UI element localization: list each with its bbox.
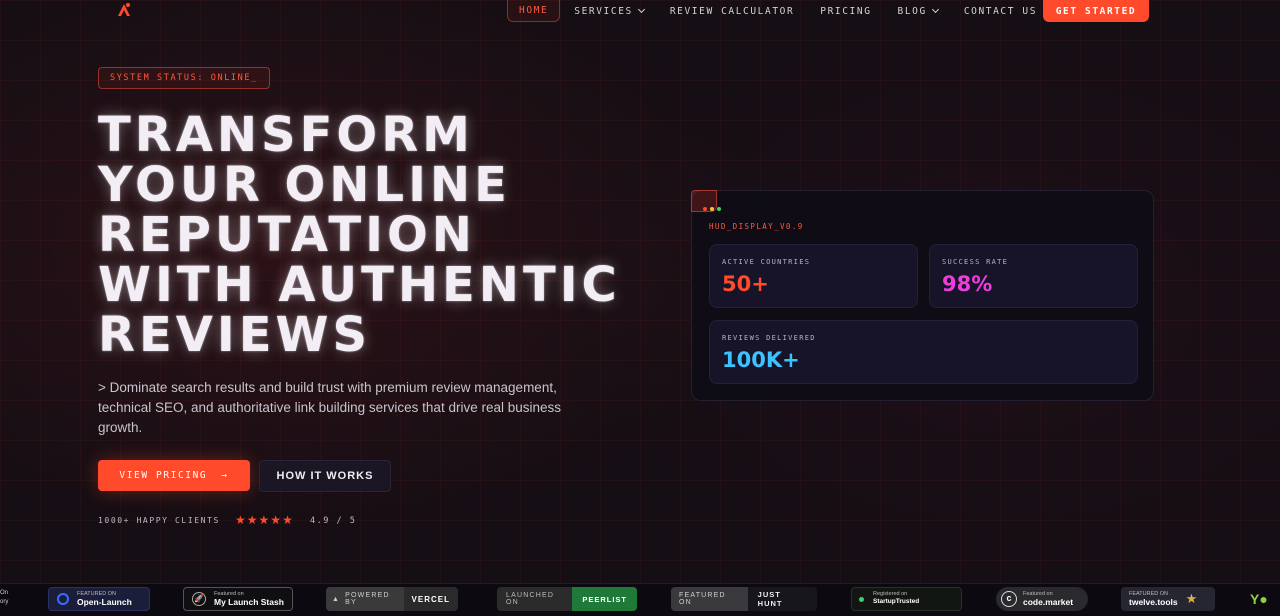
stat-label: REVIEWS DELIVERED xyxy=(722,334,816,342)
just-hunt-badge[interactable]: FEATURED ON JUST HUNT xyxy=(671,587,817,611)
rating-stars: ★ ★ ★ ★ ★ xyxy=(235,514,293,526)
chevron-down-icon xyxy=(931,5,939,14)
open-launch-icon xyxy=(57,593,69,605)
twelve-tools-badge[interactable]: FEATURED ON twelve.tools ★ xyxy=(1121,587,1215,611)
code-market-badge[interactable]: c Featured on code.market xyxy=(996,587,1088,611)
nav-blog[interactable]: BLOG xyxy=(898,0,939,22)
partial-badge[interactable]: On ory xyxy=(0,589,8,607)
stat-label: SUCCESS RATE xyxy=(942,258,1009,266)
get-started-button[interactable]: GET STARTED xyxy=(1043,0,1149,22)
hud-label: HUD_DISPLAY_V0.9 xyxy=(709,222,804,231)
headline-line: REPUTATION xyxy=(98,207,476,263)
chevron-down-icon xyxy=(637,5,645,14)
nav-home[interactable]: HOME xyxy=(507,0,561,22)
happy-clients-text: 1000+ HAPPY CLIENTS xyxy=(98,516,220,525)
view-pricing-button[interactable]: VIEW PRICING → xyxy=(98,460,250,491)
arrow-right-icon: → xyxy=(221,470,229,481)
stat-reviews-delivered: REVIEWS DELIVERED 100K+ xyxy=(709,320,1138,384)
headline-line: YOUR ONLINE xyxy=(98,157,511,213)
stat-value: 98% xyxy=(942,272,993,296)
headline-line: WITH AUTHENTIC xyxy=(98,257,621,313)
hero-headline: TRANSFORM YOUR ONLINE REPUTATION WITH AU… xyxy=(98,110,678,360)
window-dots xyxy=(703,207,721,211)
star-icon: ★ xyxy=(282,513,293,527)
medal-icon: ★ xyxy=(1185,591,1198,606)
view-pricing-label: VIEW PRICING xyxy=(119,470,208,481)
my-launch-stash-badge[interactable]: 🚀 Featured on My Launch Stash xyxy=(183,587,293,611)
dot-green-icon xyxy=(717,207,721,211)
startup-trusted-badge[interactable]: Registered on StartupTrusted xyxy=(851,587,962,611)
brand-logo-icon[interactable] xyxy=(114,0,134,18)
peerlist-badge[interactable]: LAUNCHED ON PEERLIST xyxy=(497,587,637,611)
star-icon: ★ xyxy=(270,513,282,527)
rating-value: 4.9 / 5 xyxy=(310,516,357,526)
open-launch-badge[interactable]: FEATURED ON Open-Launch xyxy=(48,587,150,611)
stat-success-rate: SUCCESS RATE 98% xyxy=(929,244,1138,308)
how-it-works-button[interactable]: HOW IT WORKS xyxy=(259,460,391,492)
stat-active-countries: ACTIVE COUNTRIES 50+ xyxy=(709,244,918,308)
main-nav: HOME SERVICES REVIEW CALCULATOR PRICING … xyxy=(507,0,1063,22)
nav-services[interactable]: SERVICES xyxy=(574,0,645,22)
nav-review-calculator[interactable]: REVIEW CALCULATOR xyxy=(670,0,794,22)
dot-yellow-icon xyxy=(710,207,714,211)
hero-subtext: > Dominate search results and build trus… xyxy=(98,380,561,435)
stat-label: ACTIVE COUNTRIES xyxy=(722,258,811,266)
code-market-logo-icon: c xyxy=(1001,591,1017,607)
nav-contact-us[interactable]: CONTACT US xyxy=(964,0,1037,22)
system-status-badge: SYSTEM STATUS: ONLINE_ xyxy=(98,67,270,89)
star-icon: ★ xyxy=(258,513,270,527)
stat-value: 50+ xyxy=(722,272,769,296)
startup-dot-icon xyxy=(859,596,864,602)
headline-line: REVIEWS xyxy=(98,307,372,363)
partial-right-badge-icon[interactable]: Y● xyxy=(1250,591,1268,607)
star-icon: ★ xyxy=(246,513,258,527)
star-icon: ★ xyxy=(235,513,246,527)
triangle-icon: ▲ xyxy=(332,595,341,603)
nav-pricing[interactable]: PRICING xyxy=(820,0,871,22)
rocket-icon: 🚀 xyxy=(192,592,206,606)
powered-by-vercel-badge[interactable]: ▲ POWERED BY VERCEL xyxy=(326,587,458,611)
dot-red-icon xyxy=(703,207,707,211)
headline-line: TRANSFORM xyxy=(98,107,474,163)
stat-value: 100K+ xyxy=(722,348,800,372)
